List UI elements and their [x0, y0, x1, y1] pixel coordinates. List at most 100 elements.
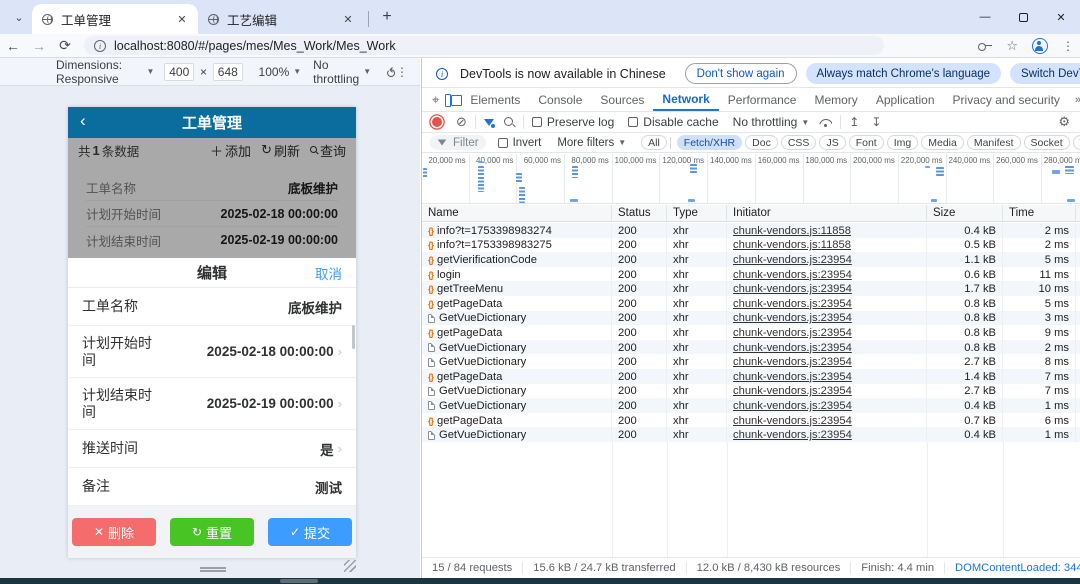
network-conditions-icon[interactable] [819, 118, 832, 127]
column-header-name[interactable]: Name [422, 205, 612, 221]
table-row[interactable]: {} getPageData 200 xhr chunk-vendors.js:2395… [422, 368, 1080, 384]
filter-chip-wasm[interactable]: Wasm [1072, 135, 1080, 150]
filter-chip-js[interactable]: JS [819, 135, 846, 150]
table-row[interactable]: {} info?t=1753398983275 200 xhr chunk-vendor… [422, 237, 1080, 253]
filter-chip-css[interactable]: CSS [780, 135, 817, 150]
column-header-status[interactable]: Status [612, 205, 667, 221]
modal-field[interactable]: 备注 测试 [68, 468, 356, 506]
filter-chip-img[interactable]: Img [886, 135, 919, 150]
devtools-tab-memory[interactable]: Memory [805, 88, 866, 111]
table-row[interactable]: {} getPageData 200 xhr chunk-vendors.js:2395… [422, 295, 1080, 311]
page-scrollbar[interactable] [352, 325, 355, 349]
initiator-link[interactable]: chunk-vendors.js:23954 [733, 312, 852, 324]
devtools-tab-network[interactable]: Network [653, 88, 719, 111]
tab-close-icon[interactable]: ✕ [340, 11, 356, 27]
search-icon[interactable] [503, 116, 515, 128]
table-row[interactable]: {} getPageData 200 xhr chunk-vendors.js:2395… [422, 325, 1080, 340]
initiator-link[interactable]: chunk-vendors.js:23954 [733, 385, 852, 397]
initiator-link[interactable]: chunk-vendors.js:23954 [733, 400, 852, 412]
devtools-tab-privacy-and-security[interactable]: Privacy and security [944, 88, 1069, 111]
viewport-resize-handle[interactable] [200, 567, 226, 572]
switch-language-button[interactable]: Switch DevTools to Chinese [1010, 63, 1080, 84]
table-row[interactable]: GetVueDictionary 200 xhr chunk-vendors.js:2… [422, 354, 1080, 369]
devtools-tab-sources[interactable]: Sources [591, 88, 653, 111]
table-row[interactable]: {} getPageData 200 xhr chunk-vendors.js:2395… [422, 412, 1080, 428]
new-tab-button[interactable]: + [375, 5, 399, 29]
initiator-link[interactable]: chunk-vendors.js:23954 [733, 356, 852, 368]
table-row[interactable]: GetVueDictionary 200 xhr chunk-vendors.js:2… [422, 427, 1080, 442]
filter-chip-fetch-xhr[interactable]: Fetch/XHR [676, 135, 743, 150]
column-header-type[interactable]: Type [667, 205, 727, 221]
modal-button-重置[interactable]: ↻ 重置 [170, 518, 254, 546]
initiator-link[interactable]: chunk-vendors.js:23954 [733, 429, 852, 441]
password-manager-icon[interactable] [978, 42, 993, 51]
initiator-link[interactable]: chunk-vendors.js:11858 [733, 225, 851, 237]
profile-avatar[interactable] [1032, 37, 1048, 54]
column-header-initiator[interactable]: Initiator [727, 205, 927, 221]
device-width-input[interactable]: 400 [164, 62, 194, 81]
inspect-element-icon[interactable]: ⌖ [432, 92, 439, 108]
table-row[interactable]: GetVueDictionary 200 xhr chunk-vendors.js:2… [422, 339, 1080, 355]
horizontal-scrollbar-thumb[interactable] [280, 579, 318, 583]
initiator-link[interactable]: chunk-vendors.js:11858 [733, 239, 851, 251]
invert-checkbox[interactable]: Invert [497, 137, 541, 149]
modal-button-删除[interactable]: ✕ 删除 [72, 518, 156, 546]
devtools-tab-application[interactable]: Application [867, 88, 944, 111]
dont-show-again-button[interactable]: Don't show again [684, 63, 797, 84]
modal-field[interactable]: 计划结束时间 2025-02-19 00:00:00 › [68, 378, 356, 430]
clear-icon[interactable]: ⊘ [456, 114, 467, 130]
close-button[interactable]: ✕ [1042, 2, 1080, 32]
table-row[interactable]: {} getTreeMenu 200 xhr chunk-vendors.js:2395… [422, 281, 1080, 296]
column-header-size[interactable]: Size [927, 205, 1003, 221]
cancel-button[interactable]: 取消 [315, 263, 342, 283]
modal-field[interactable]: 计划开始时间 2025-02-18 00:00:00 › [68, 326, 356, 378]
initiator-link[interactable]: chunk-vendors.js:23954 [733, 342, 852, 354]
throttling-dropdown[interactable]: No throttling ▼ [733, 115, 814, 129]
devtools-tab-elements[interactable]: Elements [461, 88, 529, 111]
initiator-link[interactable]: chunk-vendors.js:23954 [733, 415, 852, 427]
back-icon[interactable]: ← [0, 38, 26, 54]
modal-field[interactable]: 推送时间 是 › [68, 430, 356, 468]
initiator-link[interactable]: chunk-vendors.js:23954 [733, 254, 852, 266]
initiator-link[interactable]: chunk-vendors.js:23954 [733, 283, 852, 295]
export-har-icon[interactable]: ↧ [871, 115, 881, 129]
filter-input[interactable]: Filter [430, 135, 486, 150]
maximize-button[interactable] [1004, 2, 1042, 32]
zoom-select[interactable]: 100% [259, 65, 290, 79]
tab-search-icon[interactable]: ⌄ [6, 4, 32, 30]
tab-close-icon[interactable]: ✕ [174, 11, 190, 27]
rotate-icon[interactable]: ⟲ [383, 66, 399, 77]
network-overview[interactable]: 20,000 ms 40,000 ms 60,000 ms 80,000 ms 100,… [422, 154, 1080, 204]
modal-overlay[interactable] [68, 138, 356, 258]
table-row[interactable]: GetVueDictionary 200 xhr chunk-vendors.js:2… [422, 310, 1080, 326]
devtools-tab-performance[interactable]: Performance [719, 88, 806, 111]
viewport-resize-corner[interactable] [344, 560, 356, 572]
browser-tab[interactable]: 工单管理 ✕ [32, 4, 198, 34]
filter-chip-media[interactable]: Media [921, 135, 964, 150]
forward-icon[interactable]: → [26, 38, 52, 54]
initiator-link[interactable]: chunk-vendors.js:23954 [733, 371, 852, 383]
modal-field[interactable]: 工单名称 底板维护 [68, 288, 356, 326]
reload-icon[interactable]: ⟳ [52, 37, 78, 54]
table-row[interactable]: {} info?t=1753398983274 200 xhr chunk-vendor… [422, 223, 1080, 238]
browser-tab[interactable]: 工艺编辑 ✕ [198, 4, 364, 34]
throttling-select[interactable]: No throttling [313, 58, 359, 86]
filter-chip-doc[interactable]: Doc [745, 135, 778, 150]
minimize-button[interactable]: — [966, 2, 1004, 32]
initiator-link[interactable]: chunk-vendors.js:23954 [733, 269, 852, 281]
device-height-input[interactable]: 648 [213, 62, 243, 81]
table-row[interactable]: {} getVierificationCode 200 xhr chunk-vendor… [422, 252, 1080, 267]
modal-button-提交[interactable]: ✓ 提交 [268, 518, 352, 546]
table-row[interactable]: {} login 200 xhr chunk-vendors.js:23954 0.6 k… [422, 266, 1080, 282]
initiator-link[interactable]: chunk-vendors.js:23954 [733, 298, 852, 310]
devtools-tab-console[interactable]: Console [529, 88, 591, 111]
network-settings-gear-icon[interactable]: ⚙ [1058, 114, 1070, 130]
address-bar[interactable]: i localhost:8080/#/pages/mes/Mes_Work/Me… [84, 36, 884, 55]
horizontal-scrollbar[interactable] [0, 578, 1080, 584]
filter-chip-manifest[interactable]: Manifest [966, 135, 1021, 150]
match-language-button[interactable]: Always match Chrome's language [805, 63, 1002, 84]
preserve-log-checkbox[interactable]: Preserve log [531, 115, 614, 129]
initiator-link[interactable]: chunk-vendors.js:23954 [733, 327, 852, 339]
back-chevron-icon[interactable]: ‹ [80, 111, 86, 131]
bookmark-star-icon[interactable]: ☆ [1006, 38, 1018, 54]
